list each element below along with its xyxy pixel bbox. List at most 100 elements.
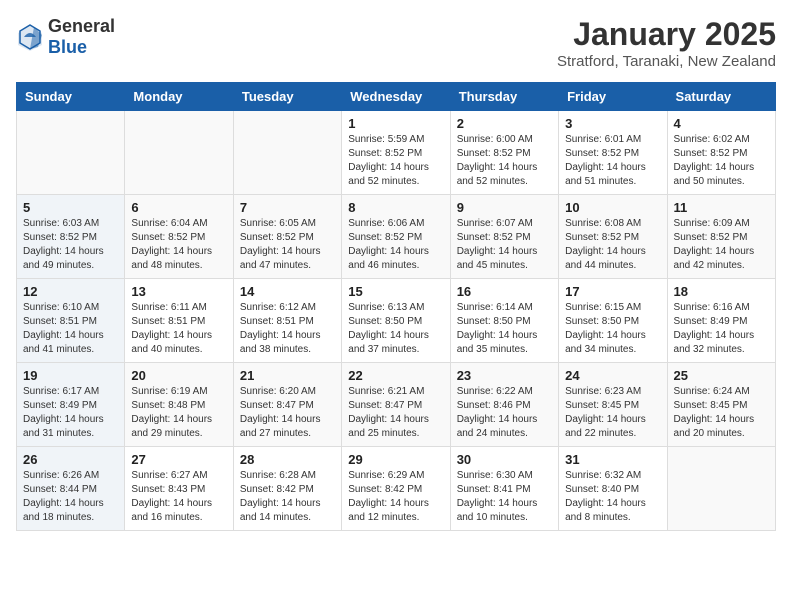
day-number: 25: [674, 368, 769, 383]
table-row: 3 Sunrise: 6:01 AMSunset: 8:52 PMDaylight…: [559, 111, 667, 195]
table-row: [667, 447, 775, 531]
day-info: Sunrise: 6:01 AMSunset: 8:52 PMDaylight:…: [565, 133, 660, 189]
table-row: 9 Sunrise: 6:07 AMSunset: 8:52 PMDaylight…: [450, 195, 558, 279]
table-row: 31 Sunrise: 6:32 AMSunset: 8:40 PMDayligh…: [559, 447, 667, 531]
table-row: 18 Sunrise: 6:16 AMSunset: 8:49 PMDayligh…: [667, 279, 775, 363]
day-info: Sunrise: 6:00 AMSunset: 8:52 PMDaylight:…: [457, 133, 552, 189]
table-row: [125, 111, 233, 195]
day-info: Sunrise: 6:27 AMSunset: 8:43 PMDaylight:…: [131, 469, 226, 525]
col-wednesday: Wednesday: [342, 83, 450, 111]
day-number: 29: [348, 452, 443, 467]
day-info: Sunrise: 6:21 AMSunset: 8:47 PMDaylight:…: [348, 385, 443, 441]
day-number: 9: [457, 200, 552, 215]
day-number: 20: [131, 368, 226, 383]
day-number: 30: [457, 452, 552, 467]
col-friday: Friday: [559, 83, 667, 111]
day-number: 8: [348, 200, 443, 215]
page-header: General Blue January 2025 Stratford, Tar…: [16, 16, 776, 70]
day-number: 27: [131, 452, 226, 467]
day-info: Sunrise: 6:22 AMSunset: 8:46 PMDaylight:…: [457, 385, 552, 441]
table-row: 5 Sunrise: 6:03 AMSunset: 8:52 PMDaylight…: [17, 195, 125, 279]
logo-general: General: [48, 16, 115, 36]
day-info: Sunrise: 6:09 AMSunset: 8:52 PMDaylight:…: [674, 217, 769, 273]
day-number: 4: [674, 116, 769, 131]
day-number: 12: [23, 284, 118, 299]
day-info: Sunrise: 6:24 AMSunset: 8:45 PMDaylight:…: [674, 385, 769, 441]
day-info: Sunrise: 6:20 AMSunset: 8:47 PMDaylight:…: [240, 385, 335, 441]
table-row: 11Sunrise: 6:09 AMSunset: 8:52 PMDayligh…: [667, 195, 775, 279]
day-number: 24: [565, 368, 660, 383]
table-row: 25 Sunrise: 6:24 AMSunset: 8:45 PMDayligh…: [667, 363, 775, 447]
table-row: 26Sunrise: 6:26 AMSunset: 8:44 PMDayligh…: [17, 447, 125, 531]
day-number: 28: [240, 452, 335, 467]
table-row: 14 Sunrise: 6:12 AMSunset: 8:51 PMDayligh…: [233, 279, 341, 363]
table-row: 21 Sunrise: 6:20 AMSunset: 8:47 PMDayligh…: [233, 363, 341, 447]
day-info: Sunrise: 6:06 AMSunset: 8:52 PMDaylight:…: [348, 217, 443, 273]
day-number: 15: [348, 284, 443, 299]
day-number: 22: [348, 368, 443, 383]
day-info: Sunrise: 6:16 AMSunset: 8:49 PMDaylight:…: [674, 301, 769, 357]
day-info: Sunrise: 6:04 AMSunset: 8:52 PMDaylight:…: [131, 217, 226, 273]
table-row: 17Sunrise: 6:15 AMSunset: 8:50 PMDayligh…: [559, 279, 667, 363]
day-info: Sunrise: 6:03 AMSunset: 8:52 PMDaylight:…: [23, 217, 118, 273]
day-info: Sunrise: 5:59 AMSunset: 8:52 PMDaylight:…: [348, 133, 443, 189]
table-row: 28 Sunrise: 6:28 AMSunset: 8:42 PMDayligh…: [233, 447, 341, 531]
table-row: 27 Sunrise: 6:27 AMSunset: 8:43 PMDayligh…: [125, 447, 233, 531]
logo-icon: [16, 23, 44, 51]
col-sunday: Sunday: [17, 83, 125, 111]
day-info: Sunrise: 6:07 AMSunset: 8:52 PMDaylight:…: [457, 217, 552, 273]
calendar-week-4: 19 Sunrise: 6:17 AMSunset: 8:49 PMDayligh…: [17, 363, 776, 447]
day-info: Sunrise: 6:08 AMSunset: 8:52 PMDaylight:…: [565, 217, 660, 273]
calendar-week-3: 12 Sunrise: 6:10 AMSunset: 8:51 PMDayligh…: [17, 279, 776, 363]
month-title: January 2025: [557, 16, 776, 53]
day-info: Sunrise: 6:14 AMSunset: 8:50 PMDaylight:…: [457, 301, 552, 357]
day-number: 17: [565, 284, 660, 299]
calendar-week-5: 26Sunrise: 6:26 AMSunset: 8:44 PMDayligh…: [17, 447, 776, 531]
day-number: 21: [240, 368, 335, 383]
table-row: 1 Sunrise: 5:59 AMSunset: 8:52 PMDaylight…: [342, 111, 450, 195]
title-block: January 2025 Stratford, Taranaki, New Ze…: [557, 16, 776, 70]
calendar-table: Sunday Monday Tuesday Wednesday Thursday…: [16, 82, 776, 531]
table-row: 4 Sunrise: 6:02 AMSunset: 8:52 PMDaylight…: [667, 111, 775, 195]
day-number: 19: [23, 368, 118, 383]
day-info: Sunrise: 6:05 AMSunset: 8:52 PMDaylight:…: [240, 217, 335, 273]
logo-blue: Blue: [48, 37, 87, 57]
day-number: 18: [674, 284, 769, 299]
day-info: Sunrise: 6:30 AMSunset: 8:41 PMDaylight:…: [457, 469, 552, 525]
col-monday: Monday: [125, 83, 233, 111]
day-number: 10: [565, 200, 660, 215]
day-info: Sunrise: 6:17 AMSunset: 8:49 PMDaylight:…: [23, 385, 118, 441]
table-row: 6Sunrise: 6:04 AMSunset: 8:52 PMDaylight…: [125, 195, 233, 279]
day-number: 31: [565, 452, 660, 467]
table-row: 15 Sunrise: 6:13 AMSunset: 8:50 PMDayligh…: [342, 279, 450, 363]
day-number: 3: [565, 116, 660, 131]
day-info: Sunrise: 6:02 AMSunset: 8:52 PMDaylight:…: [674, 133, 769, 189]
day-number: 14: [240, 284, 335, 299]
day-number: 13: [131, 284, 226, 299]
calendar-week-1: 1 Sunrise: 5:59 AMSunset: 8:52 PMDaylight…: [17, 111, 776, 195]
day-info: Sunrise: 6:11 AMSunset: 8:51 PMDaylight:…: [131, 301, 226, 357]
col-saturday: Saturday: [667, 83, 775, 111]
day-info: Sunrise: 6:12 AMSunset: 8:51 PMDaylight:…: [240, 301, 335, 357]
day-info: Sunrise: 6:32 AMSunset: 8:40 PMDaylight:…: [565, 469, 660, 525]
day-number: 5: [23, 200, 118, 215]
day-info: Sunrise: 6:13 AMSunset: 8:50 PMDaylight:…: [348, 301, 443, 357]
table-row: 20Sunrise: 6:19 AMSunset: 8:48 PMDayligh…: [125, 363, 233, 447]
table-row: 2 Sunrise: 6:00 AMSunset: 8:52 PMDaylight…: [450, 111, 558, 195]
day-number: 1: [348, 116, 443, 131]
col-tuesday: Tuesday: [233, 83, 341, 111]
table-row: 13 Sunrise: 6:11 AMSunset: 8:51 PMDayligh…: [125, 279, 233, 363]
table-row: 10 Sunrise: 6:08 AMSunset: 8:52 PMDayligh…: [559, 195, 667, 279]
table-row: 24 Sunrise: 6:23 AMSunset: 8:45 PMDayligh…: [559, 363, 667, 447]
day-info: Sunrise: 6:29 AMSunset: 8:42 PMDaylight:…: [348, 469, 443, 525]
table-row: 7Sunrise: 6:05 AMSunset: 8:52 PMDaylight…: [233, 195, 341, 279]
day-info: Sunrise: 6:28 AMSunset: 8:42 PMDaylight:…: [240, 469, 335, 525]
day-info: Sunrise: 6:10 AMSunset: 8:51 PMDaylight:…: [23, 301, 118, 357]
logo-text: General Blue: [48, 16, 115, 58]
col-thursday: Thursday: [450, 83, 558, 111]
logo: General Blue: [16, 16, 115, 58]
location-subtitle: Stratford, Taranaki, New Zealand: [557, 53, 776, 70]
day-number: 2: [457, 116, 552, 131]
day-info: Sunrise: 6:23 AMSunset: 8:45 PMDaylight:…: [565, 385, 660, 441]
table-row: 16Sunrise: 6:14 AMSunset: 8:50 PMDayligh…: [450, 279, 558, 363]
